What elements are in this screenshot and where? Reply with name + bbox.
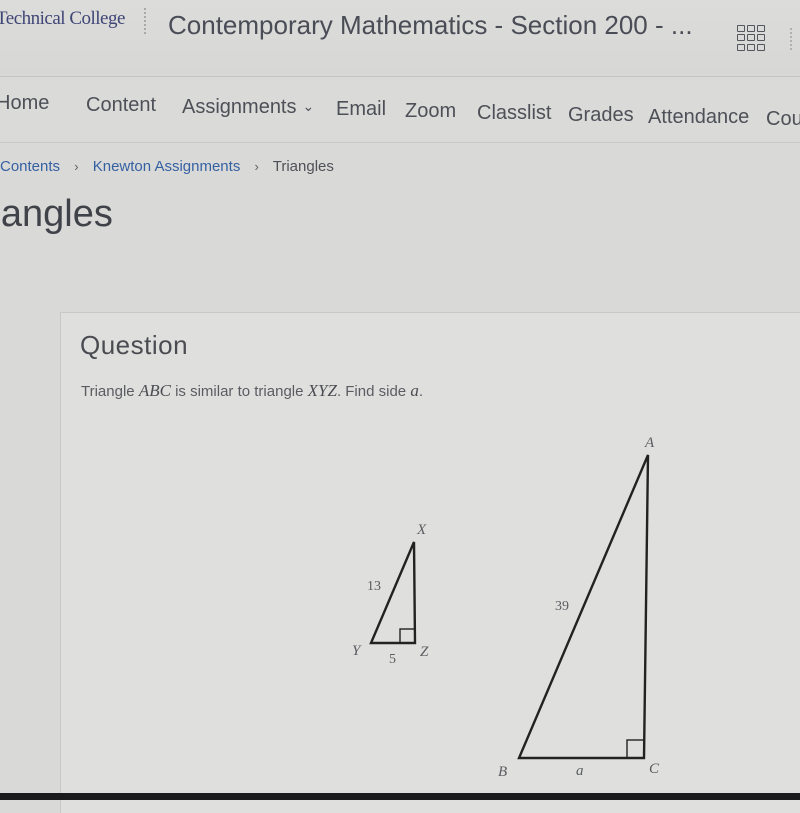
vertex-y-label: Y bbox=[352, 643, 362, 659]
triangle-xyz: X Y Z 13 5 bbox=[352, 522, 429, 667]
screen-bezel bbox=[0, 793, 800, 800]
right-angle-marker bbox=[399, 628, 416, 644]
triangles-figure: X Y Z 13 5 A B C 39 a bbox=[352, 435, 660, 780]
side-yz-label: 5 bbox=[389, 652, 396, 667]
side-ba-label: 39 bbox=[555, 599, 569, 614]
vertex-c-label: C bbox=[649, 761, 660, 777]
side-bc-label: a bbox=[576, 763, 584, 779]
side-yx-label: 13 bbox=[367, 579, 381, 594]
right-angle-marker bbox=[626, 739, 645, 759]
vertex-a-label: A bbox=[644, 435, 655, 451]
vertex-z-label: Z bbox=[420, 644, 429, 660]
triangle-abc-shape bbox=[517, 454, 650, 760]
triangle-abc: A B C 39 a bbox=[498, 435, 660, 780]
vertex-b-label: B bbox=[498, 764, 507, 780]
vertex-x-label: X bbox=[416, 522, 427, 538]
